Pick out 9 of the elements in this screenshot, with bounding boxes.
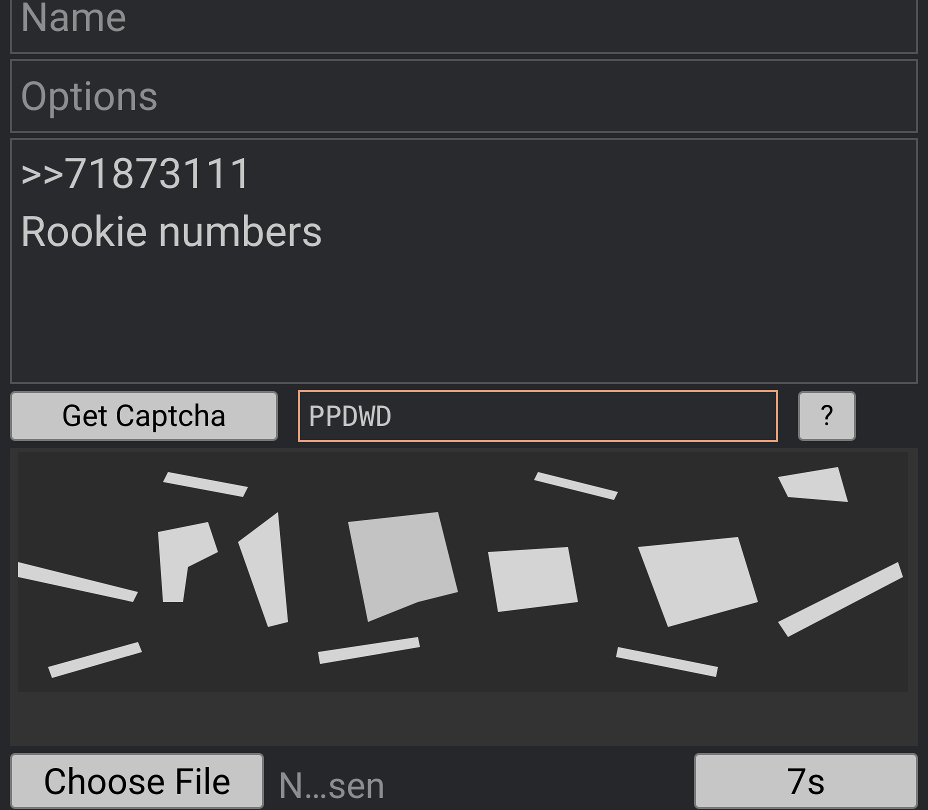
submit-timer-button[interactable]: 7s [694, 753, 918, 809]
help-button[interactable]: ? [798, 391, 856, 441]
name-field[interactable]: Name [10, 0, 918, 54]
comment-field[interactable]: >>71873111 Rookie numbers [10, 138, 918, 384]
options-field[interactable]: Options [10, 59, 918, 133]
captcha-answer-field[interactable]: PPDWD [298, 390, 778, 442]
file-status: N…sen [278, 764, 386, 809]
choose-file-button[interactable]: Choose File [10, 753, 264, 809]
get-captcha-button[interactable]: Get Captcha [10, 391, 278, 441]
